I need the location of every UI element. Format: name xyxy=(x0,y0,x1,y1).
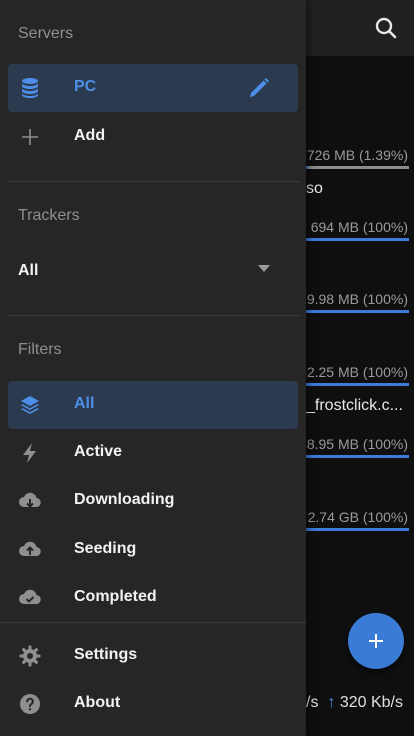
settings-item[interactable]: Settings xyxy=(8,632,298,680)
download-speed: /s xyxy=(306,694,319,711)
torrent-progress-bar xyxy=(306,528,409,531)
divider xyxy=(0,622,306,623)
torrent-progress-bar xyxy=(306,166,409,169)
torrent-size-progress: 726 MB (1.39%) xyxy=(306,147,408,163)
torrent-size-progress: 38.95 MB (100%) xyxy=(299,436,408,452)
filter-item-label: All xyxy=(74,395,95,412)
add-server-label: Add xyxy=(74,127,106,144)
torrent-name[interactable]: so xyxy=(306,180,414,198)
torrent-progress-bar xyxy=(306,238,409,241)
layers-icon xyxy=(21,396,39,414)
search-icon xyxy=(375,17,397,39)
filter-item-active[interactable]: Active xyxy=(8,429,298,477)
divider xyxy=(8,181,300,182)
torrent-progress-bar xyxy=(306,310,409,313)
server-item-pc[interactable]: PC xyxy=(8,64,298,112)
filter-item-label: Downloading xyxy=(74,491,175,508)
plus-icon xyxy=(22,129,38,145)
torrent-size-progress: 29.98 MB (100%) xyxy=(299,291,408,307)
about-item[interactable]: About xyxy=(8,680,298,728)
upload-arrow-icon: ↑ xyxy=(322,694,336,711)
cloud-download-icon xyxy=(19,492,41,508)
cloud-upload-icon xyxy=(19,541,41,557)
filter-item-label: Active xyxy=(74,443,123,460)
edit-icon[interactable] xyxy=(247,76,271,100)
torrent-size-progress: 02.25 MB (100%) xyxy=(299,364,408,380)
help-icon xyxy=(20,694,40,714)
database-icon xyxy=(22,78,38,98)
filter-item-all[interactable]: All xyxy=(8,381,298,429)
dropdown-arrow-icon xyxy=(258,265,270,272)
filter-item-downloading[interactable]: Downloading xyxy=(8,477,298,525)
torrent-progress-bar xyxy=(306,455,409,458)
cloud-done-icon xyxy=(19,589,41,605)
servers-section-title: Servers xyxy=(18,25,74,42)
torrent-name[interactable]: _frostclick.c... xyxy=(306,397,414,415)
tracker-select[interactable]: All xyxy=(8,247,298,295)
add-torrent-button[interactable] xyxy=(348,613,404,669)
filter-item-label: Completed xyxy=(74,588,157,605)
filters-section-title: Filters xyxy=(18,341,62,358)
torrent-progress-bar xyxy=(306,383,409,386)
about-label: About xyxy=(74,694,121,711)
plus-icon xyxy=(369,634,383,648)
speed-status: /s ↑ 320 Kb/s xyxy=(306,694,414,724)
navigation-drawer: Servers PC Add Trackers All Filters All … xyxy=(0,0,306,736)
torrent-size-progress: 2.74 GB (100%) xyxy=(307,509,408,525)
torrent-size-progress: 694 MB (100%) xyxy=(310,219,408,235)
gear-icon xyxy=(19,645,41,667)
settings-label: Settings xyxy=(74,646,138,663)
tracker-selected-value: All xyxy=(18,262,39,279)
bolt-icon xyxy=(23,443,36,463)
server-item-label: PC xyxy=(74,78,97,95)
search-button[interactable] xyxy=(368,10,404,46)
add-server-item[interactable]: Add xyxy=(8,113,298,161)
filter-item-label: Seeding xyxy=(74,540,137,557)
divider xyxy=(8,315,300,316)
upload-speed: 320 Kb/s xyxy=(339,694,403,711)
trackers-section-title: Trackers xyxy=(18,207,80,224)
filter-item-seeding[interactable]: Seeding xyxy=(8,526,298,574)
filter-item-completed[interactable]: Completed xyxy=(8,574,298,622)
